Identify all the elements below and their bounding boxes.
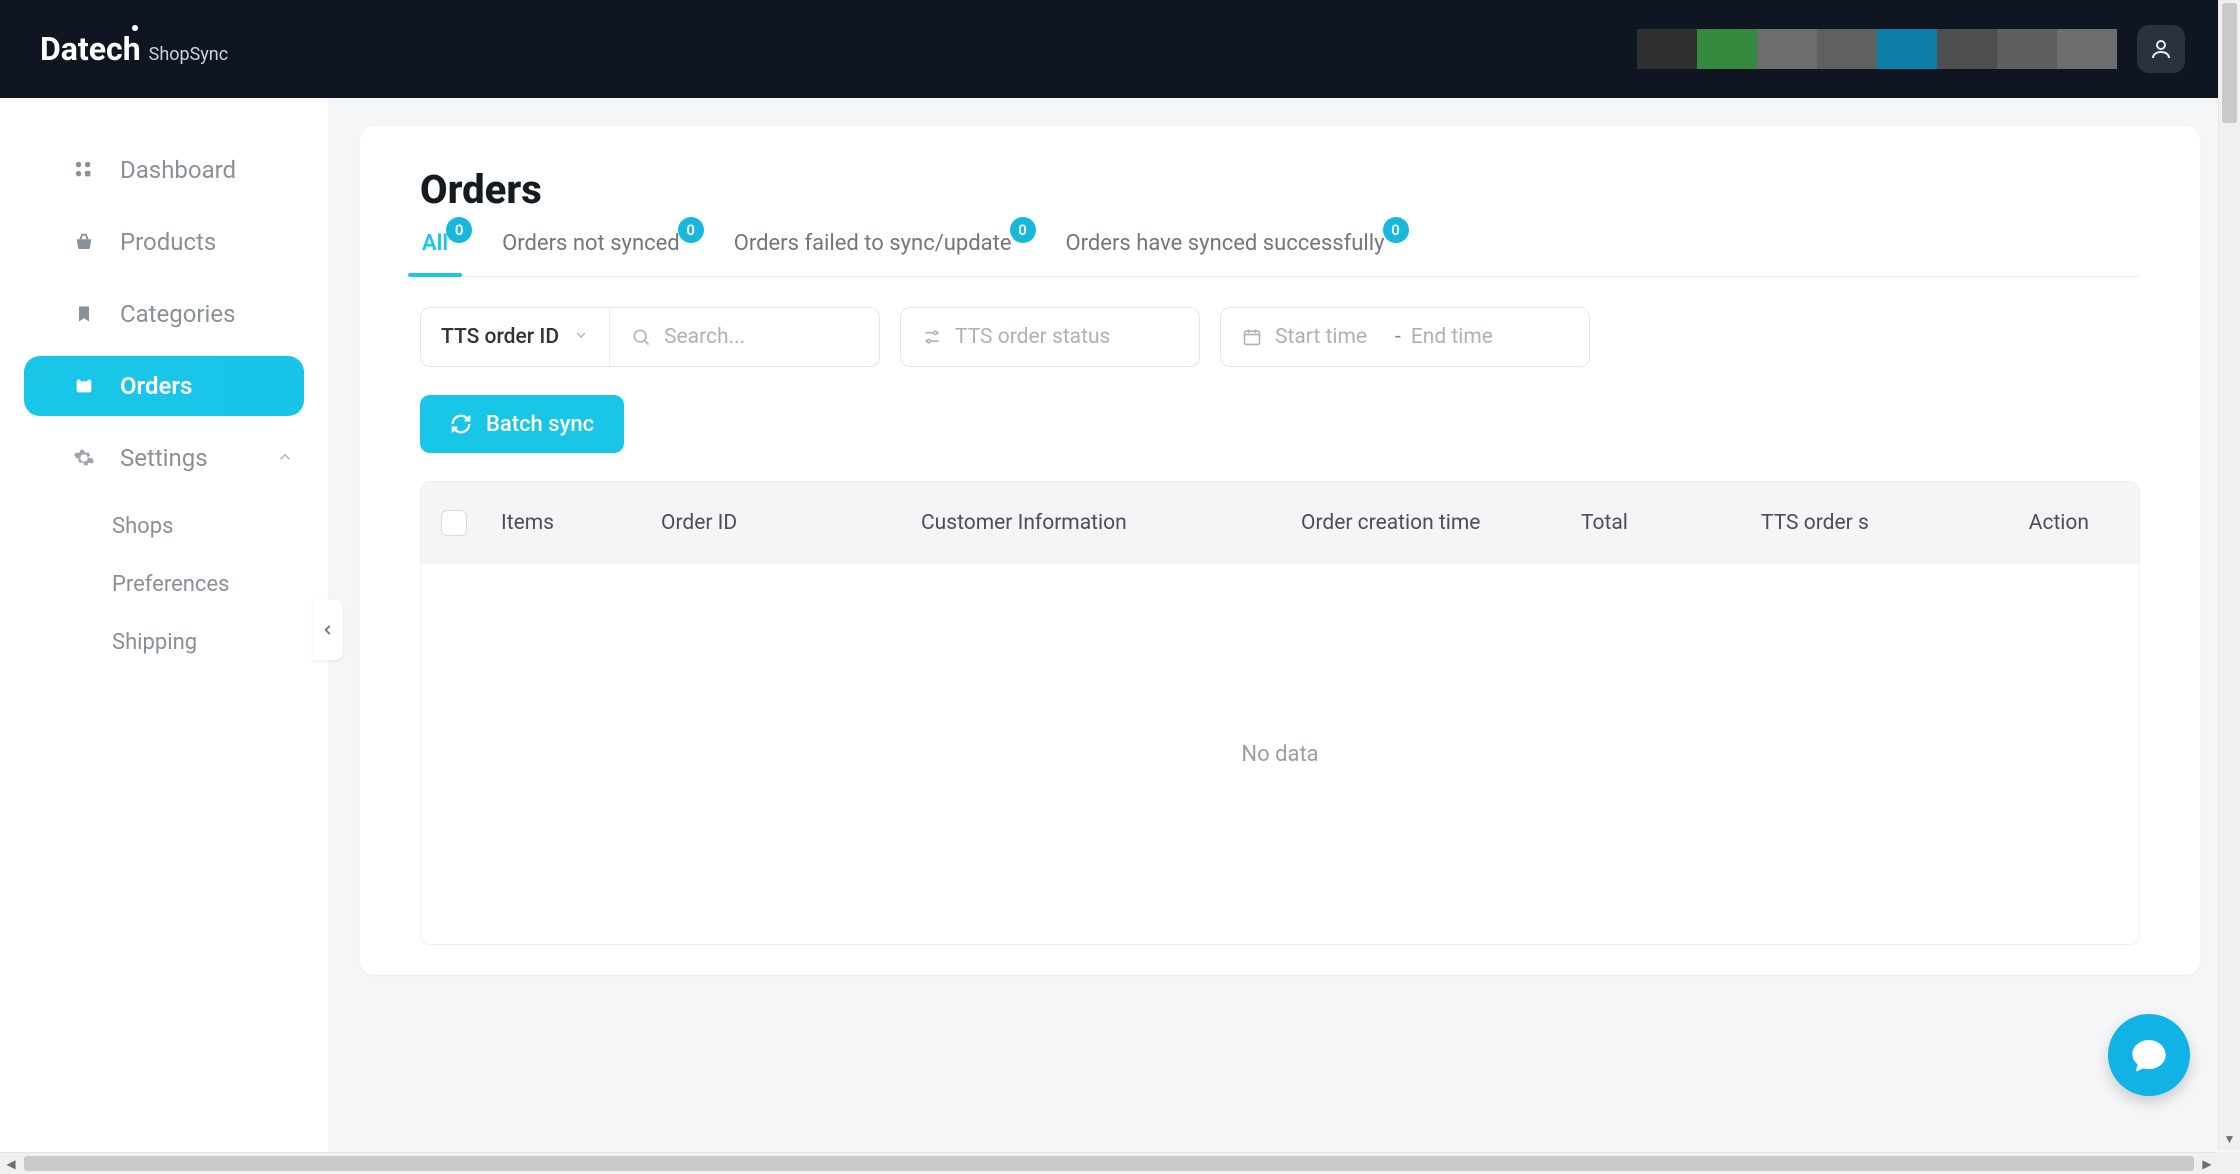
search-field-wrap [610, 308, 879, 366]
app-tile [1637, 29, 1697, 69]
header-apps-strip [1637, 29, 2117, 69]
main-panel: Orders All 0 Orders not synced 0 Orders … [360, 126, 2200, 975]
scroll-right-arrow-icon[interactable]: ▶ [2196, 1153, 2218, 1174]
search-group: TTS order ID [420, 307, 880, 367]
chevron-up-icon [276, 444, 294, 472]
brand-dot-icon [132, 25, 138, 31]
table-header: Items Order ID Customer Information Orde… [421, 482, 2139, 564]
basket-icon [72, 230, 96, 254]
date-range[interactable]: - [1220, 307, 1590, 367]
scroll-left-arrow-icon[interactable]: ◀ [0, 1153, 22, 1174]
tab-badge: 0 [678, 217, 704, 243]
sliders-icon [921, 326, 943, 348]
app-tile [2057, 29, 2117, 69]
chat-icon [2129, 1035, 2169, 1075]
sidebar-sub-shops[interactable]: Shops [0, 500, 328, 552]
sidebar-sub-label: Shops [112, 514, 173, 539]
end-time-input[interactable] [1411, 325, 1521, 349]
col-created: Order creation time [1291, 511, 1571, 535]
status-placeholder: TTS order status [955, 325, 1110, 349]
range-separator: - [1385, 325, 1411, 349]
app-tile [1697, 29, 1757, 69]
brand-sub: ShopSync [149, 44, 229, 65]
start-time-input[interactable] [1275, 325, 1385, 349]
app-tile [1997, 29, 2057, 69]
id-type-dropdown[interactable]: TTS order ID [421, 308, 610, 366]
tab-badge: 0 [1383, 217, 1409, 243]
app-tile [1877, 29, 1937, 69]
chevron-down-icon [573, 325, 589, 349]
batch-sync-label: Batch sync [486, 412, 594, 437]
sidebar-sub-label: Preferences [112, 572, 229, 597]
scroll-down-arrow-icon[interactable]: ▼ [2219, 1128, 2240, 1150]
sidebar-item-label: Settings [120, 444, 208, 472]
sidebar-item-categories[interactable]: Categories [24, 284, 304, 344]
scroll-corner [2218, 1152, 2240, 1174]
horizontal-scroll-thumb[interactable] [24, 1156, 2194, 1171]
orders-icon [72, 374, 96, 398]
brand-main-text: Datech [40, 30, 141, 68]
user-icon [2149, 37, 2173, 61]
profile-button[interactable] [2137, 25, 2185, 73]
tab-badge: 0 [1010, 217, 1036, 243]
batch-sync-button[interactable]: Batch sync [420, 395, 624, 453]
refresh-icon [450, 413, 472, 435]
tab-label: Orders have synced successfully [1066, 231, 1385, 256]
tab-all[interactable]: All 0 [420, 231, 450, 276]
tab-label: All [422, 231, 448, 256]
orders-table: Items Order ID Customer Information Orde… [420, 481, 2140, 945]
sidebar-item-settings[interactable]: Settings [24, 428, 304, 488]
app-header: Datech ShopSync [0, 0, 2225, 98]
sidebar-item-label: Dashboard [120, 156, 236, 184]
app-tile [1937, 29, 1997, 69]
sidebar-sub-preferences[interactable]: Preferences [0, 558, 328, 610]
col-items: Items [491, 511, 651, 535]
sidebar-item-label: Categories [120, 300, 236, 328]
table-body: No data [421, 564, 2139, 944]
tab-label: Orders failed to sync/update [734, 231, 1012, 256]
chat-widget-button[interactable] [2108, 1014, 2190, 1096]
tab-failed[interactable]: Orders failed to sync/update 0 [732, 231, 1014, 276]
bookmark-icon [72, 302, 96, 326]
select-all-wrap [441, 510, 491, 536]
col-customer: Customer Information [911, 511, 1291, 535]
vertical-scroll-thumb[interactable] [2222, 3, 2237, 123]
col-order-id: Order ID [651, 511, 911, 535]
tab-synced[interactable]: Orders have synced successfully 0 [1064, 231, 1387, 276]
sidebar-item-products[interactable]: Products [24, 212, 304, 272]
horizontal-scrollbar[interactable]: ◀ ▶ [0, 1152, 2218, 1174]
chevron-left-icon [321, 619, 335, 641]
search-input[interactable] [664, 325, 814, 349]
calendar-icon [1241, 326, 1263, 348]
col-total: Total [1571, 511, 1751, 535]
sidebar-item-label: Orders [120, 372, 192, 400]
filter-row: TTS order ID TTS order status [420, 307, 2140, 367]
vertical-scrollbar[interactable]: ▲ ▼ [2218, 0, 2240, 1150]
sidebar: Dashboard Products Categories Orders Set… [0, 98, 328, 1154]
sidebar-collapse-button[interactable] [313, 600, 343, 660]
gear-icon [72, 446, 96, 470]
tab-badge: 0 [446, 217, 472, 243]
sidebar-item-orders[interactable]: Orders [24, 356, 304, 416]
select-all-checkbox[interactable] [441, 510, 467, 536]
sidebar-item-label: Products [120, 228, 216, 256]
tab-label: Orders not synced [502, 231, 680, 256]
app-tile [1817, 29, 1877, 69]
grid-icon [72, 158, 96, 182]
sidebar-sub-shipping[interactable]: Shipping [0, 616, 328, 668]
empty-state-text: No data [1241, 742, 1318, 767]
app-tile [1757, 29, 1817, 69]
status-filter[interactable]: TTS order status [900, 307, 1200, 367]
order-tabs: All 0 Orders not synced 0 Orders failed … [420, 231, 2140, 277]
search-icon [630, 326, 652, 348]
col-tts-status: TTS order s [1751, 511, 1901, 535]
page-title: Orders [420, 166, 2140, 213]
col-action: Action [1901, 511, 2119, 535]
sidebar-item-dashboard[interactable]: Dashboard [24, 140, 304, 200]
sidebar-sub-label: Shipping [112, 630, 197, 655]
brand-main: Datech [40, 30, 141, 68]
id-type-value: TTS order ID [441, 325, 559, 349]
brand-logo[interactable]: Datech ShopSync [40, 30, 228, 68]
tab-not-synced[interactable]: Orders not synced 0 [500, 231, 682, 276]
